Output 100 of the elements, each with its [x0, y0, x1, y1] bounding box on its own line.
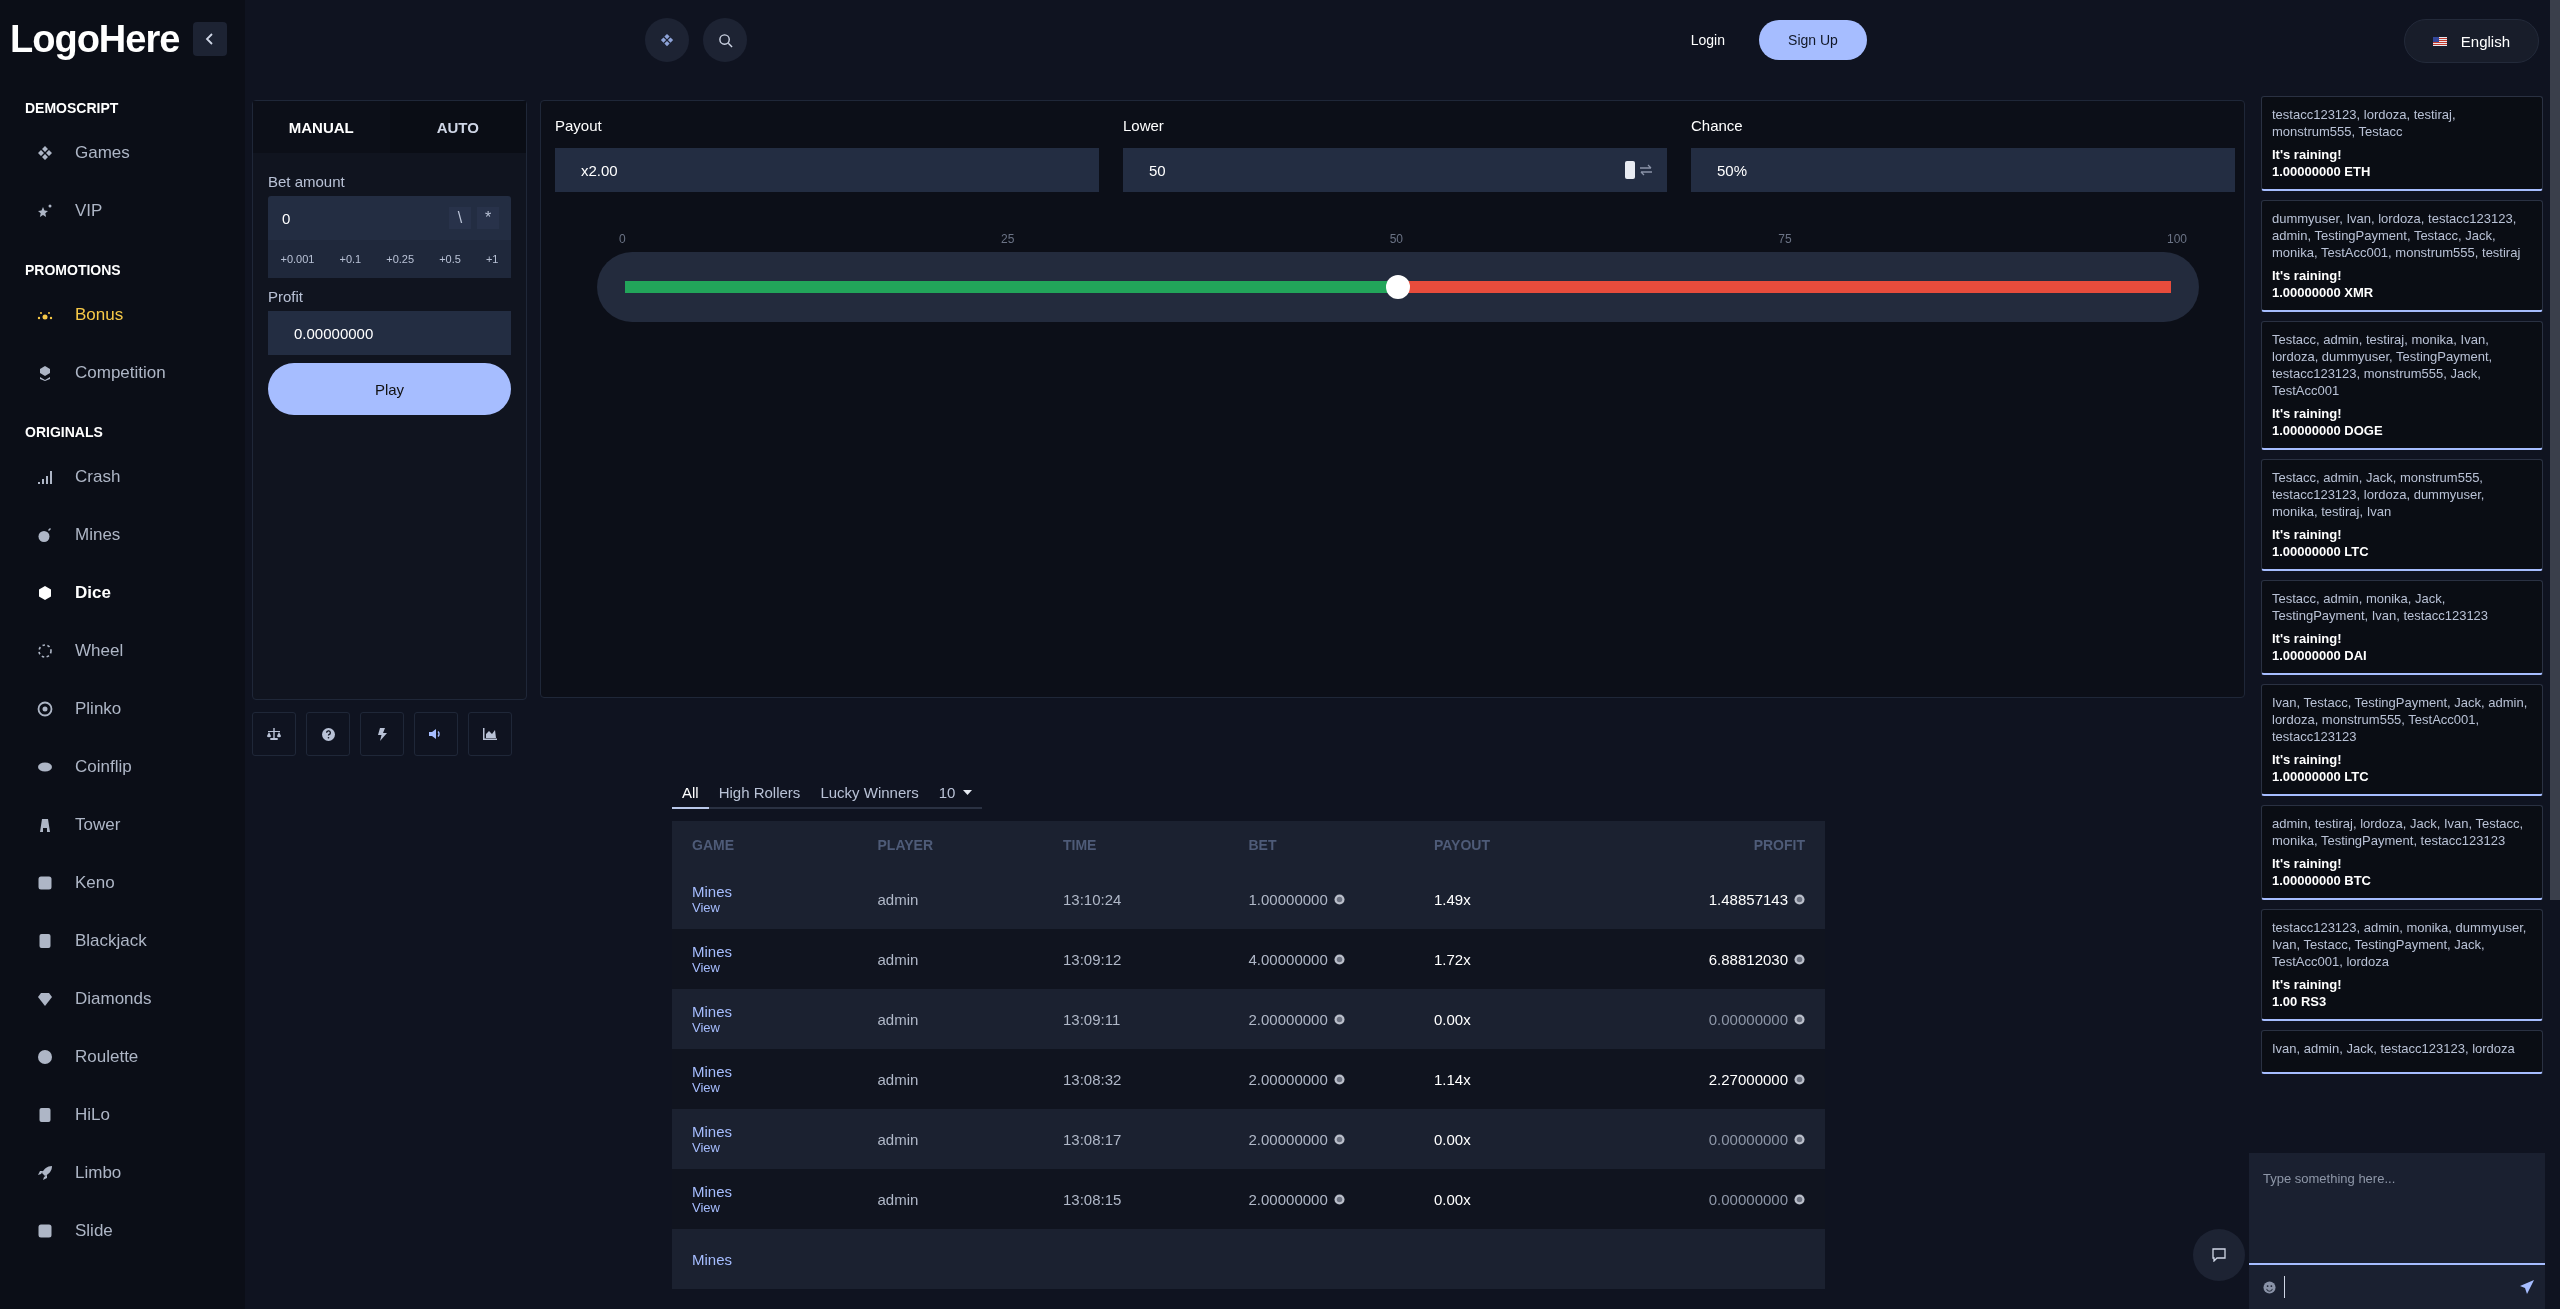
collapse-button[interactable]: [193, 22, 228, 56]
table-cell: 1.00000000: [1248, 890, 1328, 908]
bets-tab[interactable]: Lucky Winners: [810, 778, 929, 809]
quick-add-button[interactable]: +0.5: [433, 252, 467, 266]
game-link[interactable]: Mines: [692, 1123, 878, 1140]
profit-field[interactable]: 0.00000000: [268, 311, 511, 355]
chat-input-field[interactable]: Type something here...: [2249, 1153, 2545, 1265]
message-title: It's raining!: [2272, 751, 2343, 768]
message-amount: 1.00000000 DAI: [2272, 647, 2368, 664]
sidebar-item[interactable]: Mines: [25, 506, 245, 564]
message-users: testacc123123, admin, monika, dummyuser, Ivan, Testacc, TestingPayment, Jack, TestAcc001, lordoza: [2272, 919, 2528, 970]
play-button[interactable]: Play: [268, 363, 511, 415]
quick-add-button[interactable]: +0.25: [380, 252, 421, 266]
game-link[interactable]: Mines: [692, 1003, 878, 1020]
sidebar-item[interactable]: Wheel: [25, 622, 245, 680]
sidebar-item[interactable]: Dice: [25, 564, 245, 622]
sidebar-item[interactable]: Slide: [25, 1202, 245, 1260]
game-link[interactable]: Mines: [692, 943, 878, 960]
table-cell-text: 0.00x: [1434, 1010, 1472, 1028]
scale-label: 25: [1001, 232, 1015, 246]
view-link[interactable]: View: [692, 1140, 878, 1155]
scrollbar-thumb[interactable]: [2550, 0, 2560, 900]
message-amount: 1.00000000 ETH: [2272, 163, 2372, 180]
sidebar-item[interactable]: Blackjack: [25, 912, 245, 970]
message-users: Testacc, admin, Jack, monstrum555, testacc123123, lordoza, dummyuser, monika, testiraj, Ivan: [2272, 469, 2486, 520]
bet-amount-field[interactable]: 0: [280, 208, 443, 228]
value-field[interactable]: x2.00: [555, 148, 1099, 192]
message-title: It's raining!: [2272, 855, 2343, 872]
logo[interactable]: LogoHere: [10, 17, 180, 61]
signup-button[interactable]: Sign Up: [1759, 20, 1867, 60]
view-link[interactable]: View: [692, 960, 878, 975]
search-button[interactable]: [703, 18, 747, 62]
swap-icon[interactable]: [1639, 164, 1653, 176]
game-link[interactable]: Mines: [692, 1250, 878, 1268]
quick-add-button[interactable]: +1: [479, 252, 505, 266]
sidebar-item[interactable]: Tower: [25, 796, 245, 854]
table-cell-text: 13:08:15: [1063, 1190, 1123, 1208]
view-link[interactable]: View: [692, 1080, 878, 1095]
chat-button[interactable]: [2193, 1229, 2245, 1281]
language-button[interactable]: English: [2403, 19, 2539, 63]
slider-thumb[interactable]: [1386, 275, 1410, 299]
view-link[interactable]: View: [692, 900, 878, 915]
message-title: It's raining!: [2272, 405, 2343, 422]
rocket-icon: [37, 1165, 53, 1181]
games-button[interactable]: [645, 18, 689, 62]
sidebar-item[interactable]: HiLo: [25, 1086, 245, 1144]
sidebar-item[interactable]: VIP: [25, 182, 245, 240]
login-button[interactable]: Login: [1684, 31, 1731, 49]
table-cell-text: 0.00x: [1434, 1130, 1472, 1148]
sidebar-item[interactable]: Competition: [25, 344, 245, 402]
game-link[interactable]: Mines: [692, 883, 878, 900]
lightning-button[interactable]: [360, 712, 404, 756]
tower-icon: [37, 817, 53, 833]
message-users: testacc123123, lordoza, testiraj, monstrum555, Testacc: [2272, 106, 2457, 140]
message-users: Testacc, admin, monika, Jack, TestingPayment, Ivan, testacc123123: [2272, 590, 2490, 624]
quick-add-button[interactable]: +0.001: [274, 252, 321, 266]
view-link[interactable]: View: [692, 1020, 878, 1035]
sidebar-item[interactable]: Bonus: [25, 286, 245, 344]
scale-label: 75: [1778, 232, 1792, 246]
field-label: Chance: [1691, 117, 1744, 134]
help-button[interactable]: [306, 712, 350, 756]
chevron-left-icon: [205, 32, 216, 46]
send-icon[interactable]: [2519, 1279, 2535, 1295]
section-heading: ORIGINALS: [25, 424, 104, 440]
view-link[interactable]: View: [692, 1200, 878, 1215]
stats-button[interactable]: [468, 712, 512, 756]
sidebar-item[interactable]: Coinflip: [25, 738, 245, 796]
quick-add-button[interactable]: +0.1: [333, 252, 368, 266]
bets-tab[interactable]: High Rollers: [708, 778, 811, 809]
search-icon: [717, 32, 733, 48]
emoji-icon[interactable]: [2263, 1280, 2276, 1294]
message-amount: 1.00000000 LTC: [2272, 768, 2370, 785]
game-link[interactable]: Mines: [692, 1183, 878, 1200]
table-cell-text: 1.49x: [1434, 890, 1472, 908]
coin-icon: [1794, 1073, 1805, 1085]
sidebar-item[interactable]: Diamonds: [25, 970, 245, 1028]
sound-button[interactable]: [414, 712, 458, 756]
fairness-button[interactable]: [252, 712, 296, 756]
value-field[interactable]: 50%: [1691, 148, 2235, 192]
clubs-icon: [37, 145, 53, 161]
message-amount: 1.00000000 BTC: [2272, 872, 2372, 889]
sidebar-item[interactable]: Plinko: [25, 680, 245, 738]
table-cell: 6.88812030: [1708, 950, 1788, 968]
scale-label: 50: [1389, 232, 1403, 246]
column-header: PROFIT: [1752, 837, 1805, 853]
sidebar-item[interactable]: Crash: [25, 448, 245, 506]
half-button[interactable]: \: [449, 207, 471, 229]
card-icon: [37, 933, 53, 949]
sidebar-item[interactable]: Roulette: [25, 1028, 245, 1086]
bomb-icon: [37, 527, 53, 543]
sidebar-item[interactable]: Games: [25, 124, 245, 182]
mode-tab[interactable]: AUTO: [389, 101, 526, 153]
sidebar-item[interactable]: Keno: [25, 854, 245, 912]
scale-label: 100: [2166, 232, 2187, 246]
number-field[interactable]: 50: [1123, 148, 1667, 192]
page-size-dropdown[interactable]: 10: [928, 778, 983, 809]
bets-tab[interactable]: All: [672, 778, 709, 809]
sidebar-item[interactable]: Limbo: [25, 1144, 245, 1202]
double-button[interactable]: *: [477, 207, 499, 229]
game-link[interactable]: Mines: [692, 1063, 878, 1080]
